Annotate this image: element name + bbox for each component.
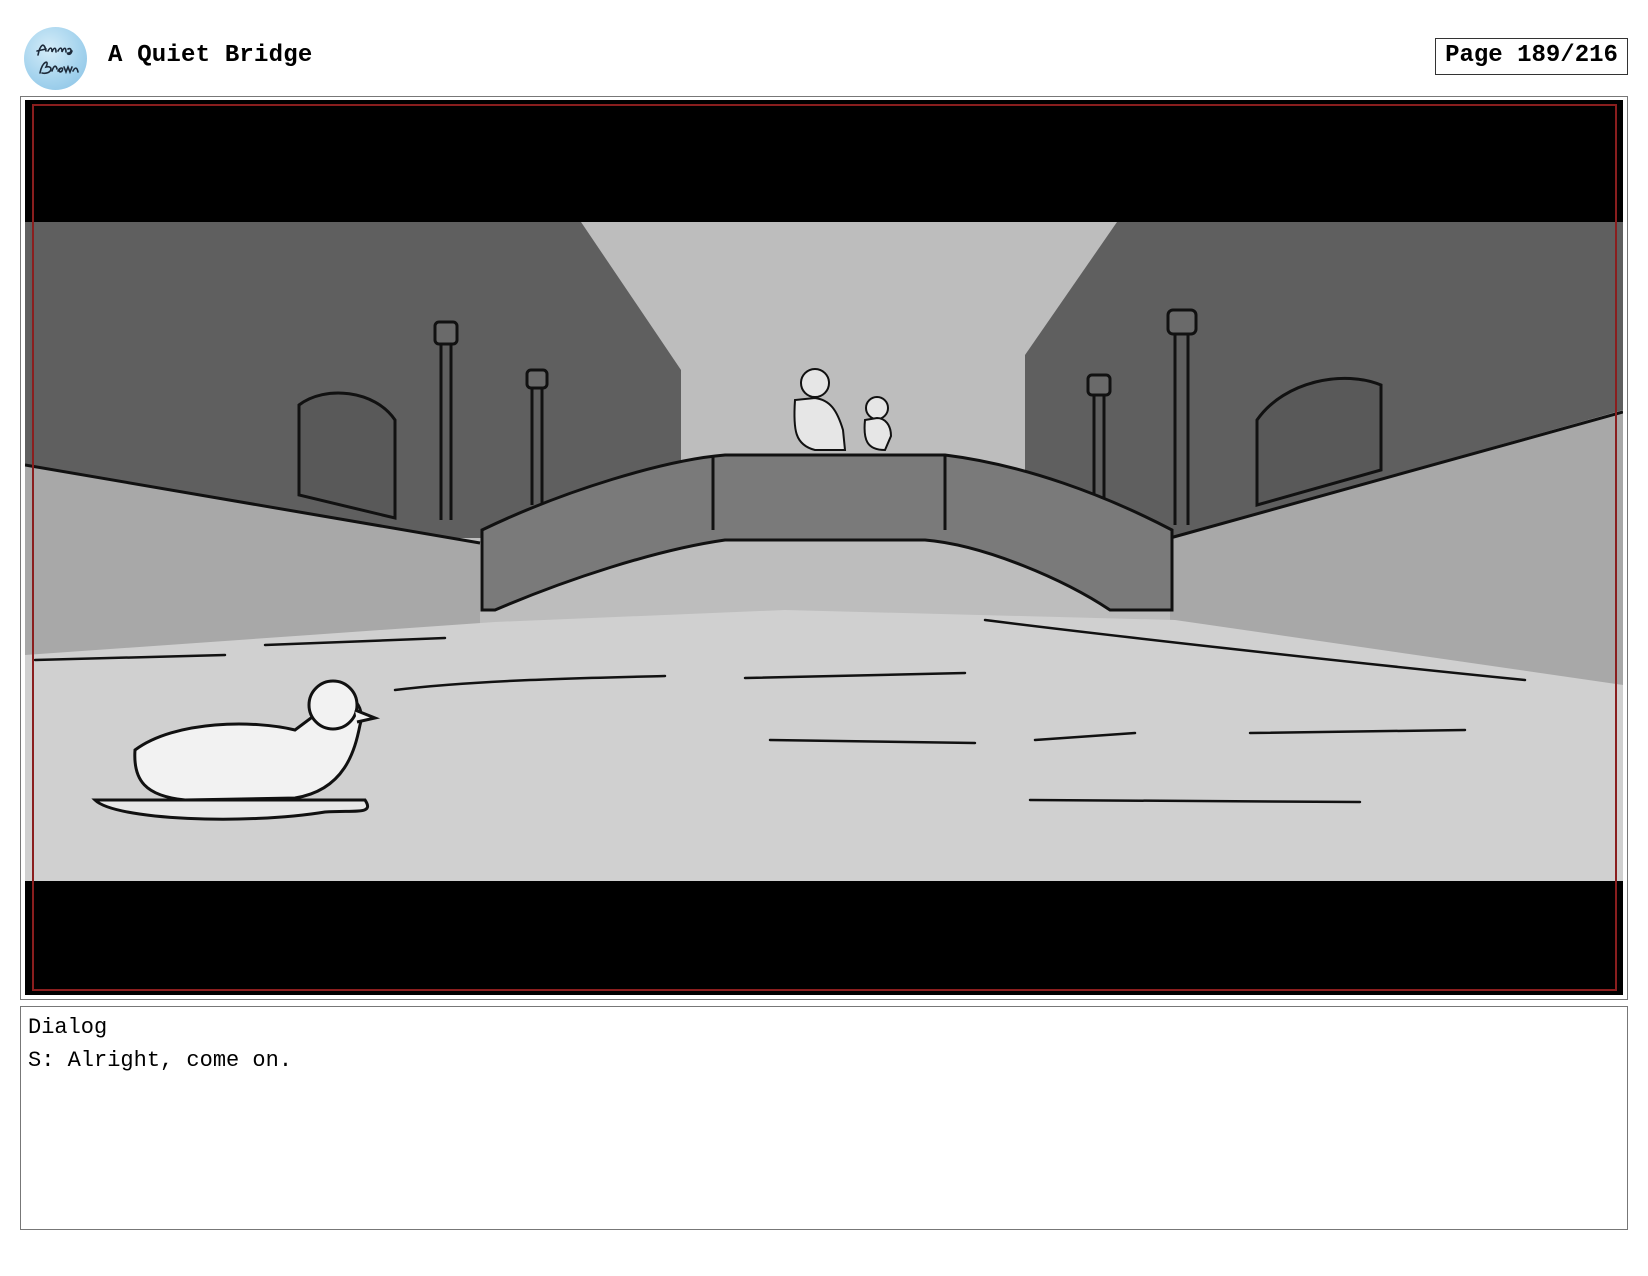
dialog-line: S: Alright, come on. (28, 1048, 293, 1073)
storyboard-title: A Quiet Bridge (108, 42, 313, 69)
panel-sketch (25, 100, 1623, 995)
dialog-label: Dialog (28, 1015, 108, 1040)
logo (24, 27, 87, 90)
storyboard-panel (25, 100, 1623, 995)
page-number: Page 189/216 (1435, 38, 1628, 75)
logo-signature-icon (36, 44, 79, 75)
dialog-box: Dialog S: Alright, come on. (20, 1006, 1628, 1230)
